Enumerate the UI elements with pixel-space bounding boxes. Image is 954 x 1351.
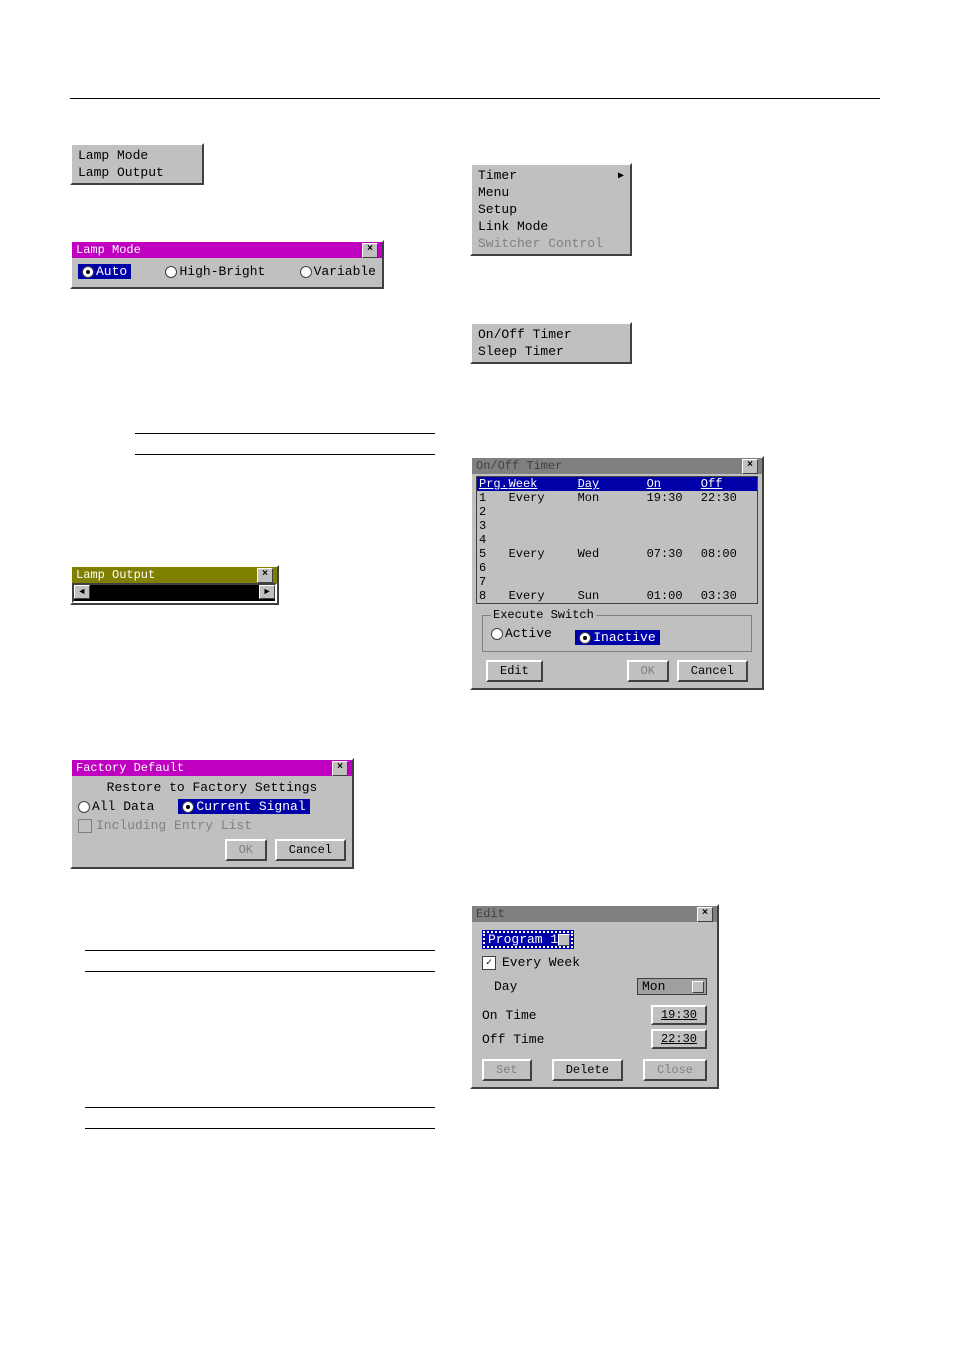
label: Lamp Output [78, 165, 164, 180]
radio-active[interactable]: Active [491, 626, 552, 641]
cancel-button[interactable]: Cancel [677, 660, 748, 682]
label: Menu [478, 185, 509, 200]
label: Lamp Mode [78, 148, 148, 163]
radio-current-signal[interactable]: Current Signal [178, 799, 309, 814]
label: Sleep Timer [478, 344, 564, 359]
radio-variable[interactable]: Variable [300, 264, 376, 279]
delete-button[interactable]: Delete [552, 1059, 623, 1081]
table-row[interactable]: 1EveryMon19:3022:30 [479, 491, 755, 505]
lamp-mode-dialog: Lamp Mode × Auto High-Bright Variable [70, 240, 384, 289]
dialog-title: Lamp Output [76, 567, 155, 583]
checkbox-every-week[interactable]: ✓ [482, 956, 496, 970]
dialog-title: Lamp Mode [76, 242, 141, 258]
table-row[interactable]: 6 [479, 561, 755, 575]
radio-all-data[interactable]: All Data [78, 799, 154, 814]
close-icon[interactable]: × [742, 459, 758, 474]
table-row[interactable]: 4 [479, 533, 755, 547]
label: On/Off Timer [478, 327, 572, 342]
label: Link Mode [478, 219, 548, 234]
lamp-settings-panel: Lamp Mode Lamp Output [70, 143, 204, 185]
table-row[interactable]: 7 [479, 575, 755, 589]
on-off-timer-dialog: On/Off Timer × Prg. Week Day On Off 1Eve… [470, 456, 764, 690]
titlebar: Edit × [472, 906, 717, 922]
edit-dialog: Edit × Program 1 ✓ Every Week Day Mon On… [470, 904, 719, 1089]
table-row[interactable]: 8EverySun01:0003:30 [479, 589, 755, 603]
radio-dot-icon [78, 801, 90, 813]
close-icon[interactable]: × [257, 568, 273, 583]
ok-button[interactable]: OK [225, 839, 267, 861]
menu-item-on-off-timer[interactable]: On/Off Timer [476, 326, 626, 343]
table-header: Prg. Week Day On Off [477, 477, 757, 491]
label: Switcher Control [478, 236, 603, 251]
menu-item-lamp-mode[interactable]: Lamp Mode [76, 147, 198, 164]
subtitle: Restore to Factory Settings [78, 778, 346, 797]
menu-item-lamp-output[interactable]: Lamp Output [76, 164, 198, 181]
radio-dot-icon [165, 266, 177, 278]
program-select[interactable]: Program 1 [482, 930, 574, 949]
label: Off Time [482, 1032, 544, 1047]
titlebar: Factory Default × [72, 760, 352, 776]
label: Including Entry List [96, 818, 252, 833]
day-select[interactable]: Mon [637, 978, 707, 995]
radio-dot-icon [182, 801, 194, 813]
label: On Time [482, 1008, 537, 1023]
radio-dot-icon [579, 632, 591, 644]
menu-item-menu[interactable]: Menu [476, 184, 626, 201]
label: Every Week [502, 955, 580, 970]
timer-submenu: On/Off Timer Sleep Timer [470, 322, 632, 364]
menu-item-link-mode[interactable]: Link Mode [476, 218, 626, 235]
radio-auto[interactable]: Auto [78, 264, 131, 279]
label: Timer [478, 168, 517, 183]
close-icon[interactable]: × [697, 907, 713, 922]
label: Day [482, 979, 517, 994]
titlebar: Lamp Output × [72, 567, 277, 583]
radio-dot-icon [82, 266, 94, 278]
menu-item-switcher-control: Switcher Control [476, 235, 626, 252]
cancel-button[interactable]: Cancel [275, 839, 346, 861]
legend: Execute Switch [491, 608, 596, 622]
radio-inactive[interactable]: Inactive [575, 630, 659, 645]
on-time-field[interactable]: 19:30 [661, 1008, 697, 1022]
close-button[interactable]: Close [643, 1059, 707, 1081]
label: Setup [478, 202, 517, 217]
radio-high-bright[interactable]: High-Bright [165, 264, 265, 279]
slider-left-icon[interactable]: ◄ [74, 585, 90, 599]
off-time-field[interactable]: 22:30 [661, 1032, 697, 1046]
titlebar: On/Off Timer × [472, 458, 762, 474]
execute-switch-group: Execute Switch Active Inactive [482, 608, 752, 652]
dialog-title: On/Off Timer [476, 458, 562, 474]
checkbox-include-entry-list [78, 819, 92, 833]
menu-item-timer[interactable]: Timer ▶ [476, 167, 626, 184]
menu-item-setup[interactable]: Setup [476, 201, 626, 218]
radio-dot-icon [491, 628, 503, 640]
menu-item-sleep-timer[interactable]: Sleep Timer [476, 343, 626, 360]
radio-dot-icon [300, 266, 312, 278]
table-row[interactable]: 3 [479, 519, 755, 533]
factory-default-dialog: Factory Default × Restore to Factory Set… [70, 758, 354, 869]
close-icon[interactable]: × [332, 761, 348, 776]
lamp-output-slider[interactable]: ◄ ► [72, 583, 277, 603]
titlebar: Lamp Mode × [72, 242, 382, 258]
edit-button[interactable]: Edit [486, 660, 543, 682]
lamp-output-dialog: Lamp Output × ◄ ► [70, 565, 279, 605]
projector-options-menu: Timer ▶ Menu Setup Link Mode Switcher Con… [470, 163, 632, 256]
ok-button[interactable]: OK [627, 660, 669, 682]
table-row[interactable]: 5EveryWed07:3008:00 [479, 547, 755, 561]
timer-table: 1EveryMon19:3022:30 2 3 4 5EveryWed07:30… [477, 491, 757, 603]
dialog-title: Factory Default [76, 760, 184, 776]
slider-right-icon[interactable]: ► [259, 585, 275, 599]
set-button[interactable]: Set [482, 1059, 532, 1081]
submenu-arrow-icon: ▶ [618, 170, 624, 182]
dialog-title: Edit [476, 906, 505, 922]
table-row[interactable]: 2 [479, 505, 755, 519]
close-icon[interactable]: × [362, 243, 378, 258]
